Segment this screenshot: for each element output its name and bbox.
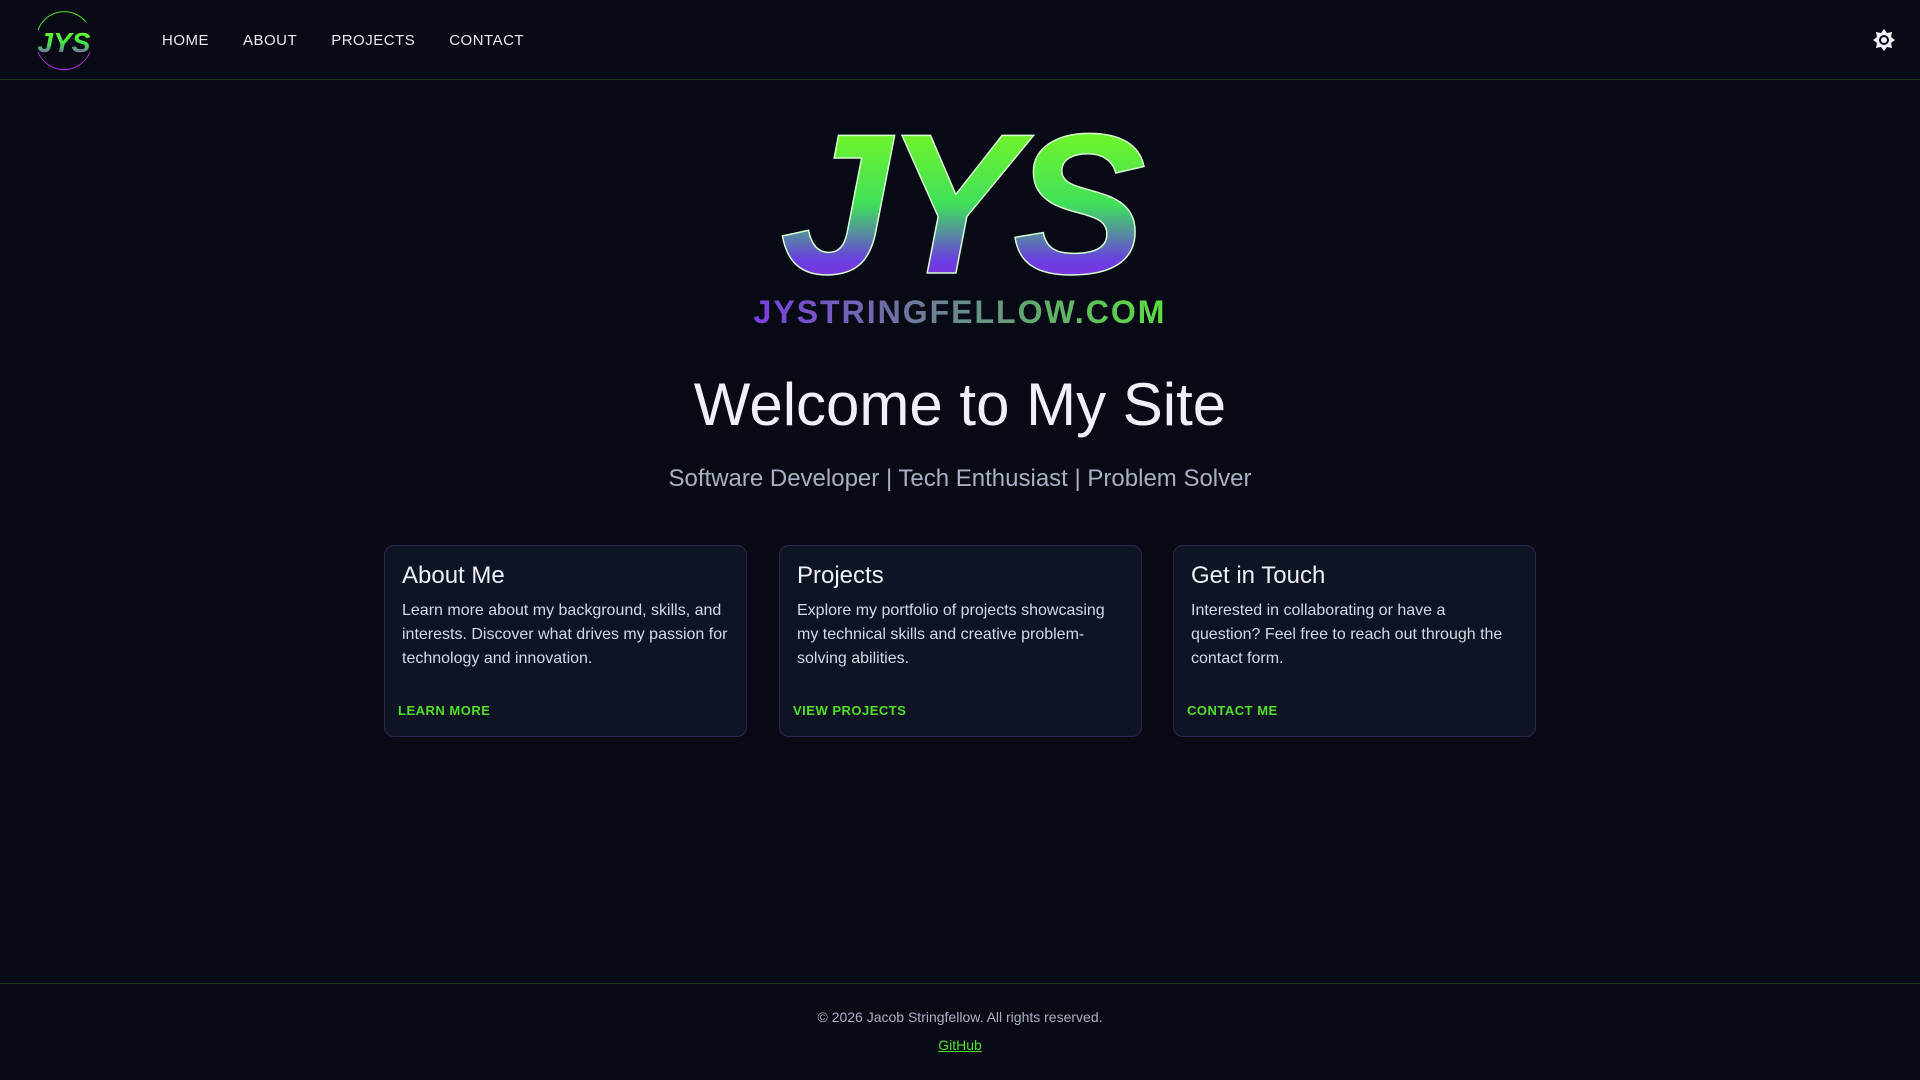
copyright-text: © 2026 Jacob Stringfellow. All rights re… bbox=[817, 1009, 1103, 1025]
card-about: About Me Learn more about my background,… bbox=[384, 545, 747, 737]
card-title: Projects bbox=[797, 562, 884, 589]
card-title: Get in Touch bbox=[1191, 562, 1326, 589]
page-title: Welcome to My Site bbox=[693, 371, 1227, 438]
page-subtitle: Software Developer | Tech Enthusiast | P… bbox=[668, 465, 1252, 492]
learn-more-link[interactable]: LEARN MORE bbox=[398, 703, 490, 718]
card-title: About Me bbox=[402, 562, 505, 589]
top-nav-bar: JYS HOME ABOUT PROJECTS CONTACT bbox=[0, 0, 1920, 80]
theme-toggle-brightness-icon[interactable] bbox=[1870, 26, 1898, 54]
nav-about[interactable]: ABOUT bbox=[226, 32, 314, 49]
nav-projects[interactable]: PROJECTS bbox=[314, 32, 432, 49]
nav-contact[interactable]: CONTACT bbox=[432, 32, 541, 49]
hero-logo: JYS JYSTRINGFELLOW.COM bbox=[754, 118, 1167, 330]
footer: © 2026 Jacob Stringfellow. All rights re… bbox=[0, 983, 1920, 1080]
view-projects-link[interactable]: VIEW PROJECTS bbox=[793, 703, 906, 718]
svg-text:JYS: JYS bbox=[38, 27, 91, 58]
contact-me-link[interactable]: CONTACT ME bbox=[1187, 703, 1278, 718]
nav-home[interactable]: HOME bbox=[145, 32, 226, 49]
card-projects: Projects Explore my portfolio of project… bbox=[779, 545, 1142, 737]
card-contact: Get in Touch Interested in collaborating… bbox=[1173, 545, 1536, 737]
svg-text:JYS: JYS bbox=[780, 118, 1145, 316]
github-link[interactable]: GitHub bbox=[938, 1037, 982, 1053]
site-logo[interactable]: JYS bbox=[24, 8, 104, 72]
svg-text:JYSTRINGFELLOW.COM: JYSTRINGFELLOW.COM bbox=[754, 294, 1167, 330]
card-text: Interested in collaborating or have a qu… bbox=[1191, 602, 1503, 667]
card-text: Learn more about my background, skills, … bbox=[402, 602, 728, 667]
main-nav: HOME ABOUT PROJECTS CONTACT bbox=[145, 0, 541, 80]
card-text: Explore my portfolio of projects showcas… bbox=[797, 602, 1105, 667]
